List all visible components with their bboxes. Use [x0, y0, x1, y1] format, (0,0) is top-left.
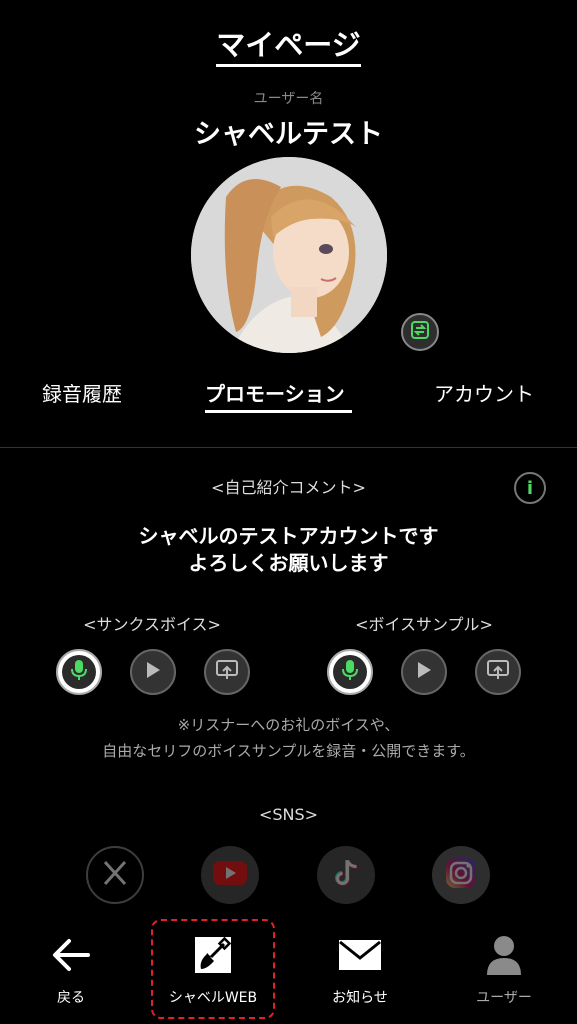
voice-sample-publish-button[interactable] — [475, 649, 521, 695]
voice-note-line1: ※リスナーへのお礼のボイスや、 — [177, 716, 400, 734]
tab-promotion[interactable]: プロモーション — [205, 378, 345, 407]
nav-back-label: 戻る — [57, 990, 85, 1006]
arrow-left-icon — [51, 937, 91, 977]
play-icon — [145, 661, 161, 683]
sns-instagram-button[interactable] — [432, 846, 490, 904]
voice-sample-heading: <ボイスサンプル> — [355, 615, 493, 634]
username-caption: ユーザー名 — [253, 91, 324, 107]
sns-heading: <SNS> — [258, 805, 319, 824]
play-icon — [416, 661, 432, 683]
thanks-voice-publish-button[interactable] — [204, 649, 250, 695]
microphone-icon — [69, 659, 89, 685]
thanks-voice-record-button[interactable] — [56, 649, 102, 695]
comment-text-line2: よろしくお願いします — [188, 551, 389, 575]
voice-note-line2: 自由なセリフのボイスサンプルを録音・公開できます。 — [102, 742, 475, 760]
upload-icon — [215, 659, 239, 685]
voice-sample-record-button[interactable] — [327, 649, 373, 695]
page-title: マイページ — [0, 22, 577, 67]
info-button[interactable]: i — [514, 472, 546, 504]
instagram-icon — [444, 856, 478, 894]
thanks-voice-play-button[interactable] — [130, 649, 176, 695]
upload-icon — [486, 659, 510, 685]
web-highlight-frame — [151, 919, 275, 1019]
nav-notifications-button[interactable]: お知らせ — [300, 915, 420, 1015]
nav-back-button[interactable]: 戻る — [11, 915, 131, 1015]
change-avatar-button[interactable] — [401, 313, 439, 351]
thanks-voice-heading: <サンクスボイス> — [83, 615, 221, 634]
info-icon: i — [526, 477, 534, 499]
nav-user-button[interactable]: ユーザー — [444, 915, 564, 1015]
comment-heading: <自己紹介コメント> — [211, 478, 366, 497]
sns-tiktok-button[interactable] — [317, 846, 375, 904]
swap-icon — [410, 320, 430, 344]
envelope-icon — [338, 939, 382, 975]
sns-youtube-button[interactable] — [201, 846, 259, 904]
tiktok-icon — [332, 858, 360, 892]
comment-text-line1: シャベルのテストアカウントです — [138, 524, 439, 548]
bottom-nav: 戻る シャベルWEB お知らせ ユーザー — [0, 915, 577, 1024]
tab-account[interactable]: アカウント — [434, 378, 534, 407]
youtube-icon — [212, 860, 248, 890]
voice-sample-play-button[interactable] — [401, 649, 447, 695]
nav-notifications-label: お知らせ — [332, 990, 388, 1006]
avatar[interactable] — [191, 157, 387, 353]
microphone-icon — [340, 659, 360, 685]
x-icon — [101, 859, 129, 891]
user-icon — [486, 935, 522, 979]
page-title-text: マイページ — [216, 28, 361, 67]
sns-x-button[interactable] — [86, 846, 144, 904]
divider — [0, 447, 577, 448]
username: シャベルテスト — [194, 119, 383, 150]
tab-recording-history[interactable]: 録音履歴 — [42, 378, 122, 407]
nav-user-label: ユーザー — [476, 990, 532, 1006]
active-tab-indicator — [205, 410, 352, 413]
